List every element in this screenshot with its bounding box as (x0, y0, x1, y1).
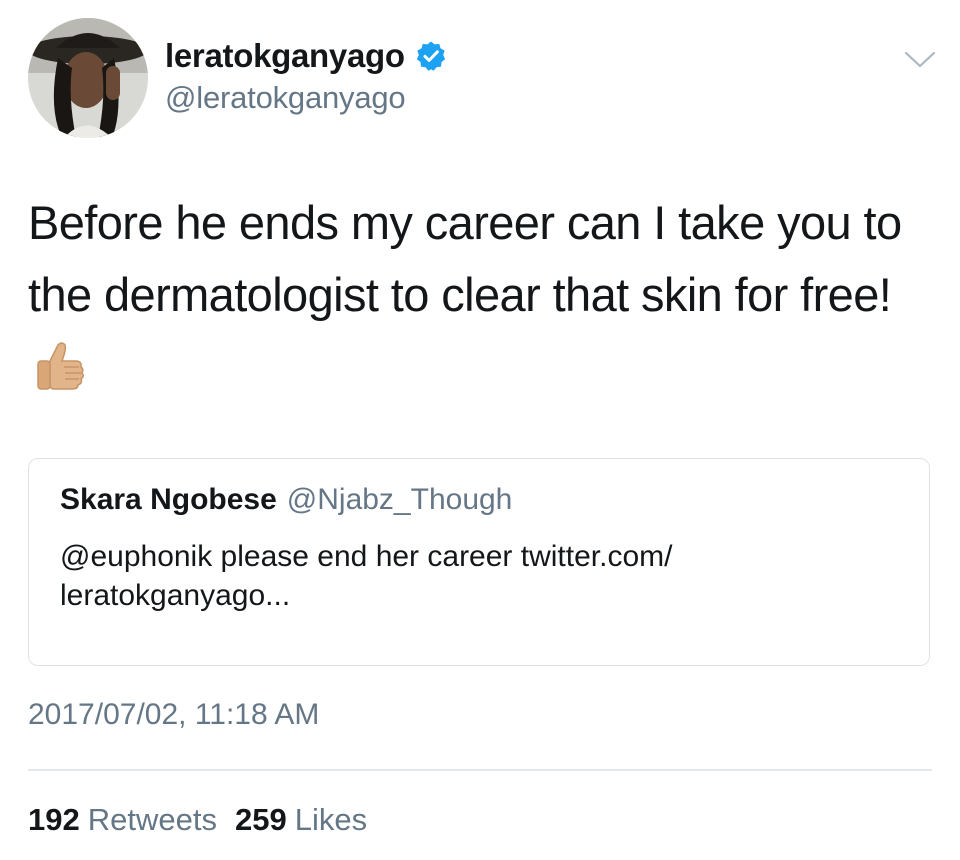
author-handle[interactable]: @leratokganyago (165, 80, 406, 116)
tweet-stats: 192 Retweets 259 Likes (28, 802, 367, 838)
verified-badge-icon (415, 40, 447, 72)
avatar-image (28, 18, 148, 138)
quoted-tweet[interactable]: Skara Ngobese @Njabz_Though @euphonik ple… (28, 458, 930, 666)
tweet-text: Before he ends my career can I take you … (28, 187, 933, 403)
quoted-text-line2: leratokganyago... (60, 579, 291, 612)
tweet-timestamp[interactable]: 2017/07/02, 11:18 AM (28, 698, 319, 732)
quoted-text: @euphonik please end her career twitter.… (60, 537, 880, 615)
likes-stat[interactable]: 259 Likes (235, 802, 367, 837)
likes-label: Likes (294, 802, 368, 837)
likes-count: 259 (234, 802, 287, 837)
chevron-down-icon (904, 51, 936, 68)
author-row: leratokganyago (165, 34, 447, 78)
quoted-text-line1: @euphonik please end her career twitter.… (60, 540, 673, 573)
quoted-handle: @Njabz_Though (286, 483, 513, 516)
thumbs-up-icon (34, 339, 86, 393)
retweets-label: Retweets (87, 802, 217, 837)
divider (28, 769, 932, 771)
retweets-stat[interactable]: 192 Retweets (28, 802, 217, 837)
avatar[interactable] (28, 18, 148, 138)
quoted-author-row: Skara Ngobese @Njabz_Though (60, 483, 512, 517)
retweets-count: 192 (28, 802, 80, 837)
more-options-button[interactable] (900, 44, 940, 74)
tweet-text-content: Before he ends my career can I take you … (28, 196, 902, 321)
quoted-display-name: Skara Ngobese (60, 483, 277, 516)
display-name[interactable]: leratokganyago (165, 37, 405, 75)
